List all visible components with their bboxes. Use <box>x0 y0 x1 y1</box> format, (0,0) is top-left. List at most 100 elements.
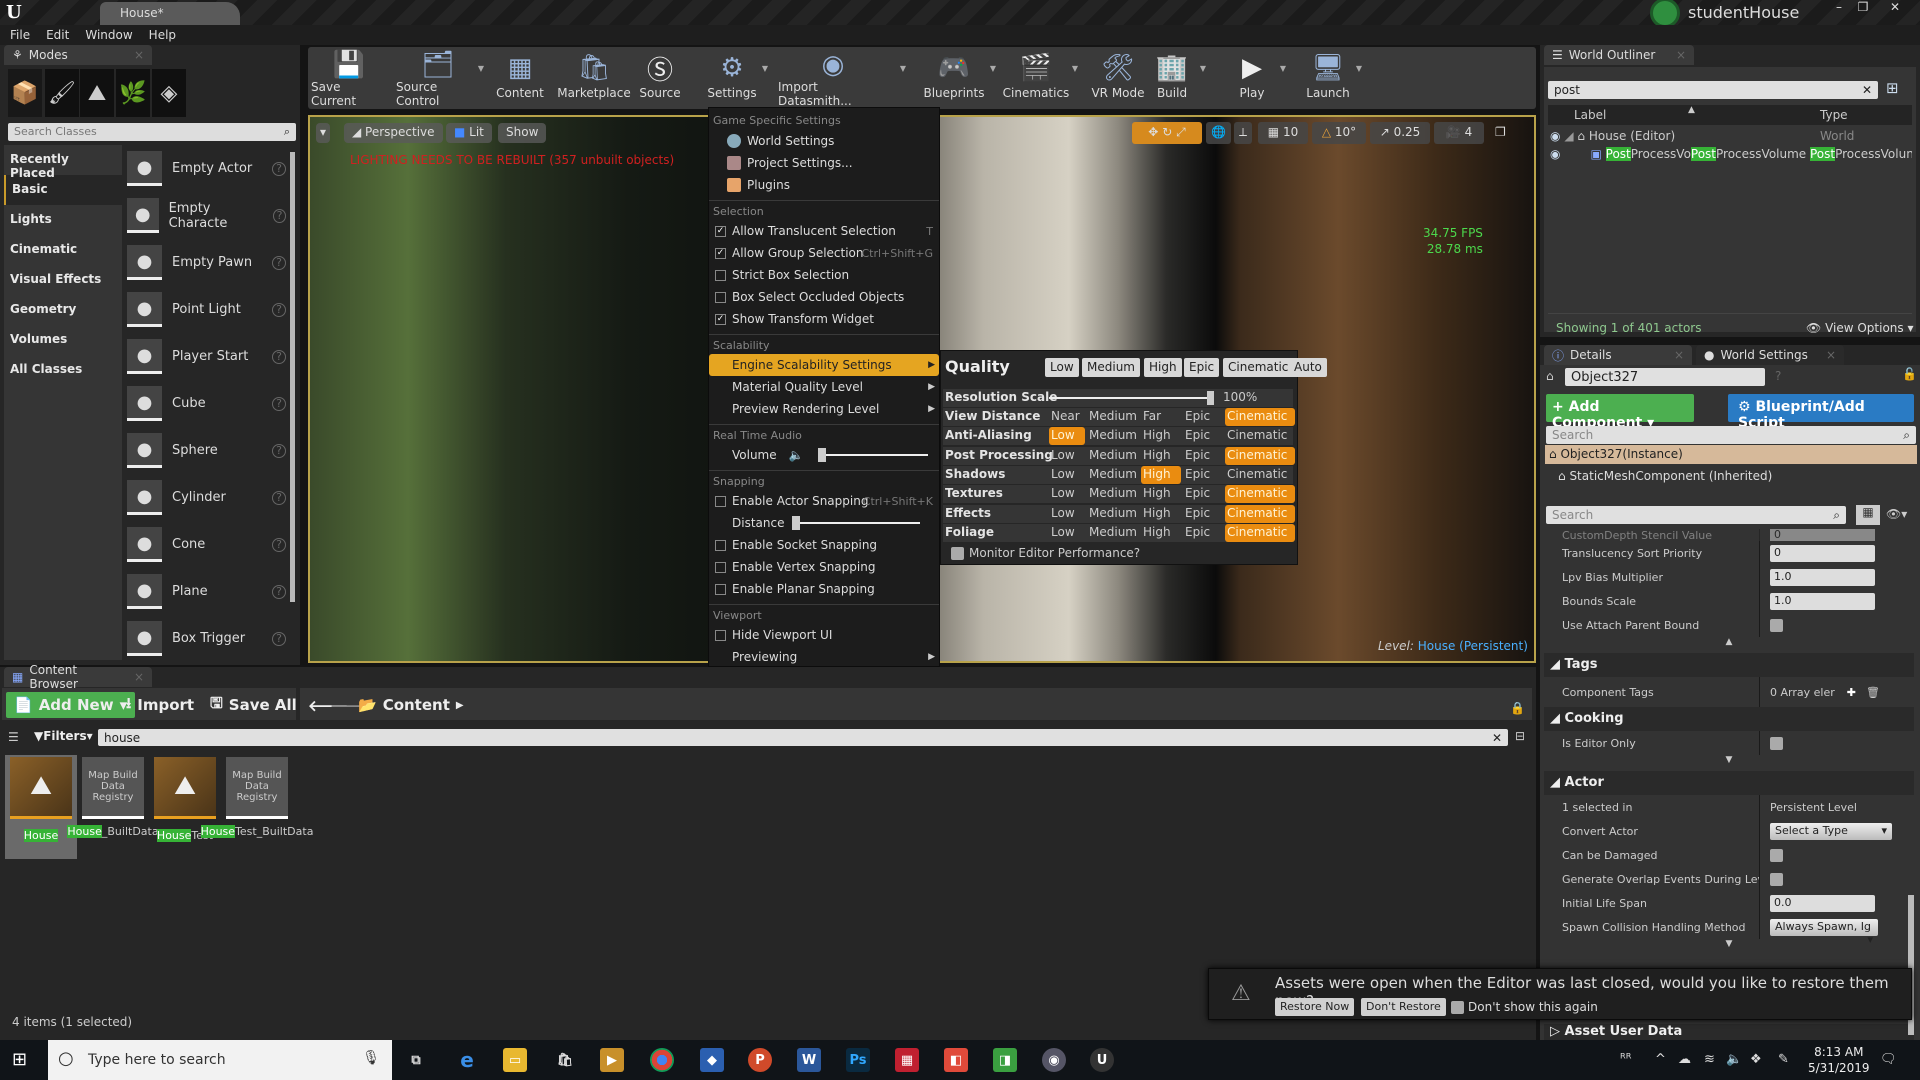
quality-option[interactable]: Epic <box>1183 447 1212 465</box>
translate-icon[interactable]: ✥ <box>1148 125 1158 139</box>
restore-now-button[interactable]: Restore Now <box>1275 998 1355 1016</box>
help-icon[interactable]: ? <box>272 161 286 176</box>
distance-slider[interactable] <box>792 516 921 530</box>
quality-option[interactable]: Epic <box>1183 427 1212 445</box>
menu-edit[interactable]: Edit <box>46 28 69 42</box>
close-button[interactable]: ✕ <box>1884 0 1906 16</box>
quality-option[interactable]: Cinematic <box>1225 408 1295 426</box>
checkbox[interactable] <box>1451 1000 1464 1014</box>
translucency-sort-priority-input[interactable]: 0 <box>1770 544 1875 562</box>
launch-button[interactable]: 🖥 Launch ▼ <box>1298 50 1362 108</box>
bounds-scale-input[interactable]: 1.0 <box>1770 592 1875 610</box>
help-icon[interactable]: ? <box>272 537 286 552</box>
use-attach-parent-checkbox[interactable] <box>1770 618 1783 632</box>
column-type[interactable]: Type <box>1820 108 1848 122</box>
view-options-button[interactable]: 👁 View Options ▾ <box>1806 321 1914 335</box>
menu-world-settings[interactable]: World Settings <box>709 130 939 152</box>
dropdown-arrow-icon[interactable]: ▼ <box>1072 64 1078 73</box>
class-item[interactable]: ● Sphere? <box>122 427 292 474</box>
quality-option[interactable]: Low <box>1049 524 1077 542</box>
checkbox[interactable] <box>715 539 726 551</box>
maximize-button[interactable]: ❐ <box>1852 0 1874 16</box>
menu-checkbox-item[interactable]: ✓ Allow Translucent Selection T <box>709 220 939 242</box>
notifications-icon[interactable]: 🗨 <box>1880 1052 1897 1067</box>
scale-snap[interactable]: ↗ 0.25 <box>1370 122 1430 144</box>
expand-icon[interactable]: ◢ <box>1564 129 1573 143</box>
camera-speed[interactable]: 🎥 4 <box>1434 122 1484 144</box>
speaker-muted-icon[interactable]: 🔈 <box>789 448 804 462</box>
show-button[interactable]: Show <box>498 123 547 143</box>
dropdown-arrow-icon[interactable]: ▼ <box>900 64 906 73</box>
quality-option[interactable]: Low <box>1049 485 1077 503</box>
quality-option[interactable]: Cinematic <box>1225 466 1289 484</box>
quality-option[interactable]: Cinematic <box>1225 504 1295 523</box>
quality-option[interactable]: Medium <box>1087 447 1139 465</box>
lock-icon[interactable]: 🔓 <box>1902 367 1917 381</box>
foliage-mode-icon[interactable]: 🌿 <box>116 69 150 117</box>
monitor-performance-checkbox[interactable]: Monitor Editor Performance? <box>951 546 1140 560</box>
blueprint-add-script-button[interactable]: ⚙ Blueprint/Add Script <box>1728 394 1914 431</box>
world-local-icon[interactable]: 🌐 <box>1206 122 1231 144</box>
slider-handle[interactable] <box>817 448 826 462</box>
menu-planar-snapping[interactable]: Enable Planar Snapping <box>709 578 939 600</box>
close-tab-icon[interactable]: × <box>1826 348 1836 362</box>
class-item[interactable]: ● Empty Characte? <box>122 192 292 239</box>
quality-option[interactable]: Medium <box>1087 427 1139 445</box>
close-tab-icon[interactable]: × <box>1676 48 1686 62</box>
menu-material-quality[interactable]: Material Quality Level ▶ <box>709 376 939 398</box>
quality-option[interactable]: Epic <box>1183 408 1212 426</box>
cooking-section-header[interactable]: ◢ Cooking <box>1544 707 1914 731</box>
menu-help[interactable]: Help <box>149 28 176 42</box>
quality-option[interactable]: Far <box>1141 408 1163 426</box>
quality-option[interactable]: Near <box>1049 408 1082 426</box>
chrome-icon[interactable] <box>650 1048 674 1072</box>
preset-auto-button[interactable]: Auto <box>1289 358 1327 377</box>
column-label[interactable]: Label <box>1574 108 1606 122</box>
checkbox[interactable] <box>715 269 726 281</box>
class-item[interactable]: ● Box Trigger? <box>122 615 292 662</box>
landscape-mode-icon[interactable]: ⛰ <box>80 69 114 117</box>
tags-section-header[interactable]: ◢ Tags <box>1544 653 1914 677</box>
menu-file[interactable]: File <box>10 28 30 42</box>
can-be-damaged-checkbox[interactable] <box>1770 848 1783 862</box>
dropdown-arrow-icon[interactable]: ▼ <box>478 64 484 73</box>
class-item[interactable]: ● Point Light? <box>122 286 292 333</box>
category-item[interactable]: Visual Effects <box>4 265 122 295</box>
photoshop-icon[interactable]: Ps <box>846 1048 870 1072</box>
marketplace-button[interactable]: 🛍 Marketplace <box>556 50 632 108</box>
volume-icon[interactable]: 🔈 <box>1726 1052 1742 1067</box>
help-icon[interactable]: ? <box>272 302 286 317</box>
quality-option[interactable]: Medium <box>1087 505 1139 523</box>
visibility-eye-icon[interactable]: 👁▾ <box>1886 507 1907 521</box>
component-row[interactable]: ⌂ StaticMeshComponent (Inherited) <box>1558 469 1772 483</box>
category-item[interactable]: Cinematic <box>4 235 122 265</box>
help-icon[interactable]: ? <box>272 584 286 599</box>
checkbox[interactable] <box>715 561 726 573</box>
spawn-collision-dropdown[interactable]: Always Spawn, Ig ▾ <box>1770 918 1878 946</box>
menu-checkbox-item[interactable]: Strict Box Selection <box>709 264 939 286</box>
checkbox[interactable] <box>951 546 964 560</box>
quality-option[interactable]: Cinematic <box>1225 523 1295 542</box>
actor-section-header[interactable]: ◢ Actor <box>1544 771 1914 795</box>
object-name-input[interactable]: Object327 <box>1565 368 1765 386</box>
angle-snap[interactable]: △ 10° <box>1312 122 1366 144</box>
class-item[interactable]: ● Empty Actor? <box>122 145 292 192</box>
menu-socket-snapping[interactable]: Enable Socket Snapping <box>709 534 939 556</box>
asset-tile[interactable]: ⛰HouseTest <box>150 757 220 857</box>
search-classes-input[interactable]: Search Classes ⌕ <box>8 123 296 141</box>
component-instance-row[interactable]: ⌂ Object327(Instance) <box>1545 445 1917 464</box>
category-item[interactable]: Recently Placed <box>4 145 122 180</box>
menu-plugins[interactable]: Plugins <box>709 174 939 196</box>
initial-life-span-input[interactable]: 0.0 <box>1770 894 1875 912</box>
quality-option[interactable]: Epic <box>1183 485 1212 503</box>
rotate-icon[interactable]: ↻ <box>1162 125 1172 139</box>
perspective-button[interactable]: ◢ Perspective <box>344 123 443 143</box>
quality-option[interactable]: High <box>1141 427 1173 445</box>
place-mode-icon[interactable]: 📦 <box>8 69 42 117</box>
filters-button[interactable]: ▼Filters▾ <box>34 729 93 743</box>
level-name[interactable]: House (Persistent) <box>1418 639 1528 653</box>
file-explorer-icon[interactable]: ▭ <box>503 1048 527 1072</box>
checkbox[interactable] <box>715 583 726 595</box>
slider-handle[interactable] <box>792 516 801 530</box>
class-item[interactable]: ● Cylinder? <box>122 474 292 521</box>
